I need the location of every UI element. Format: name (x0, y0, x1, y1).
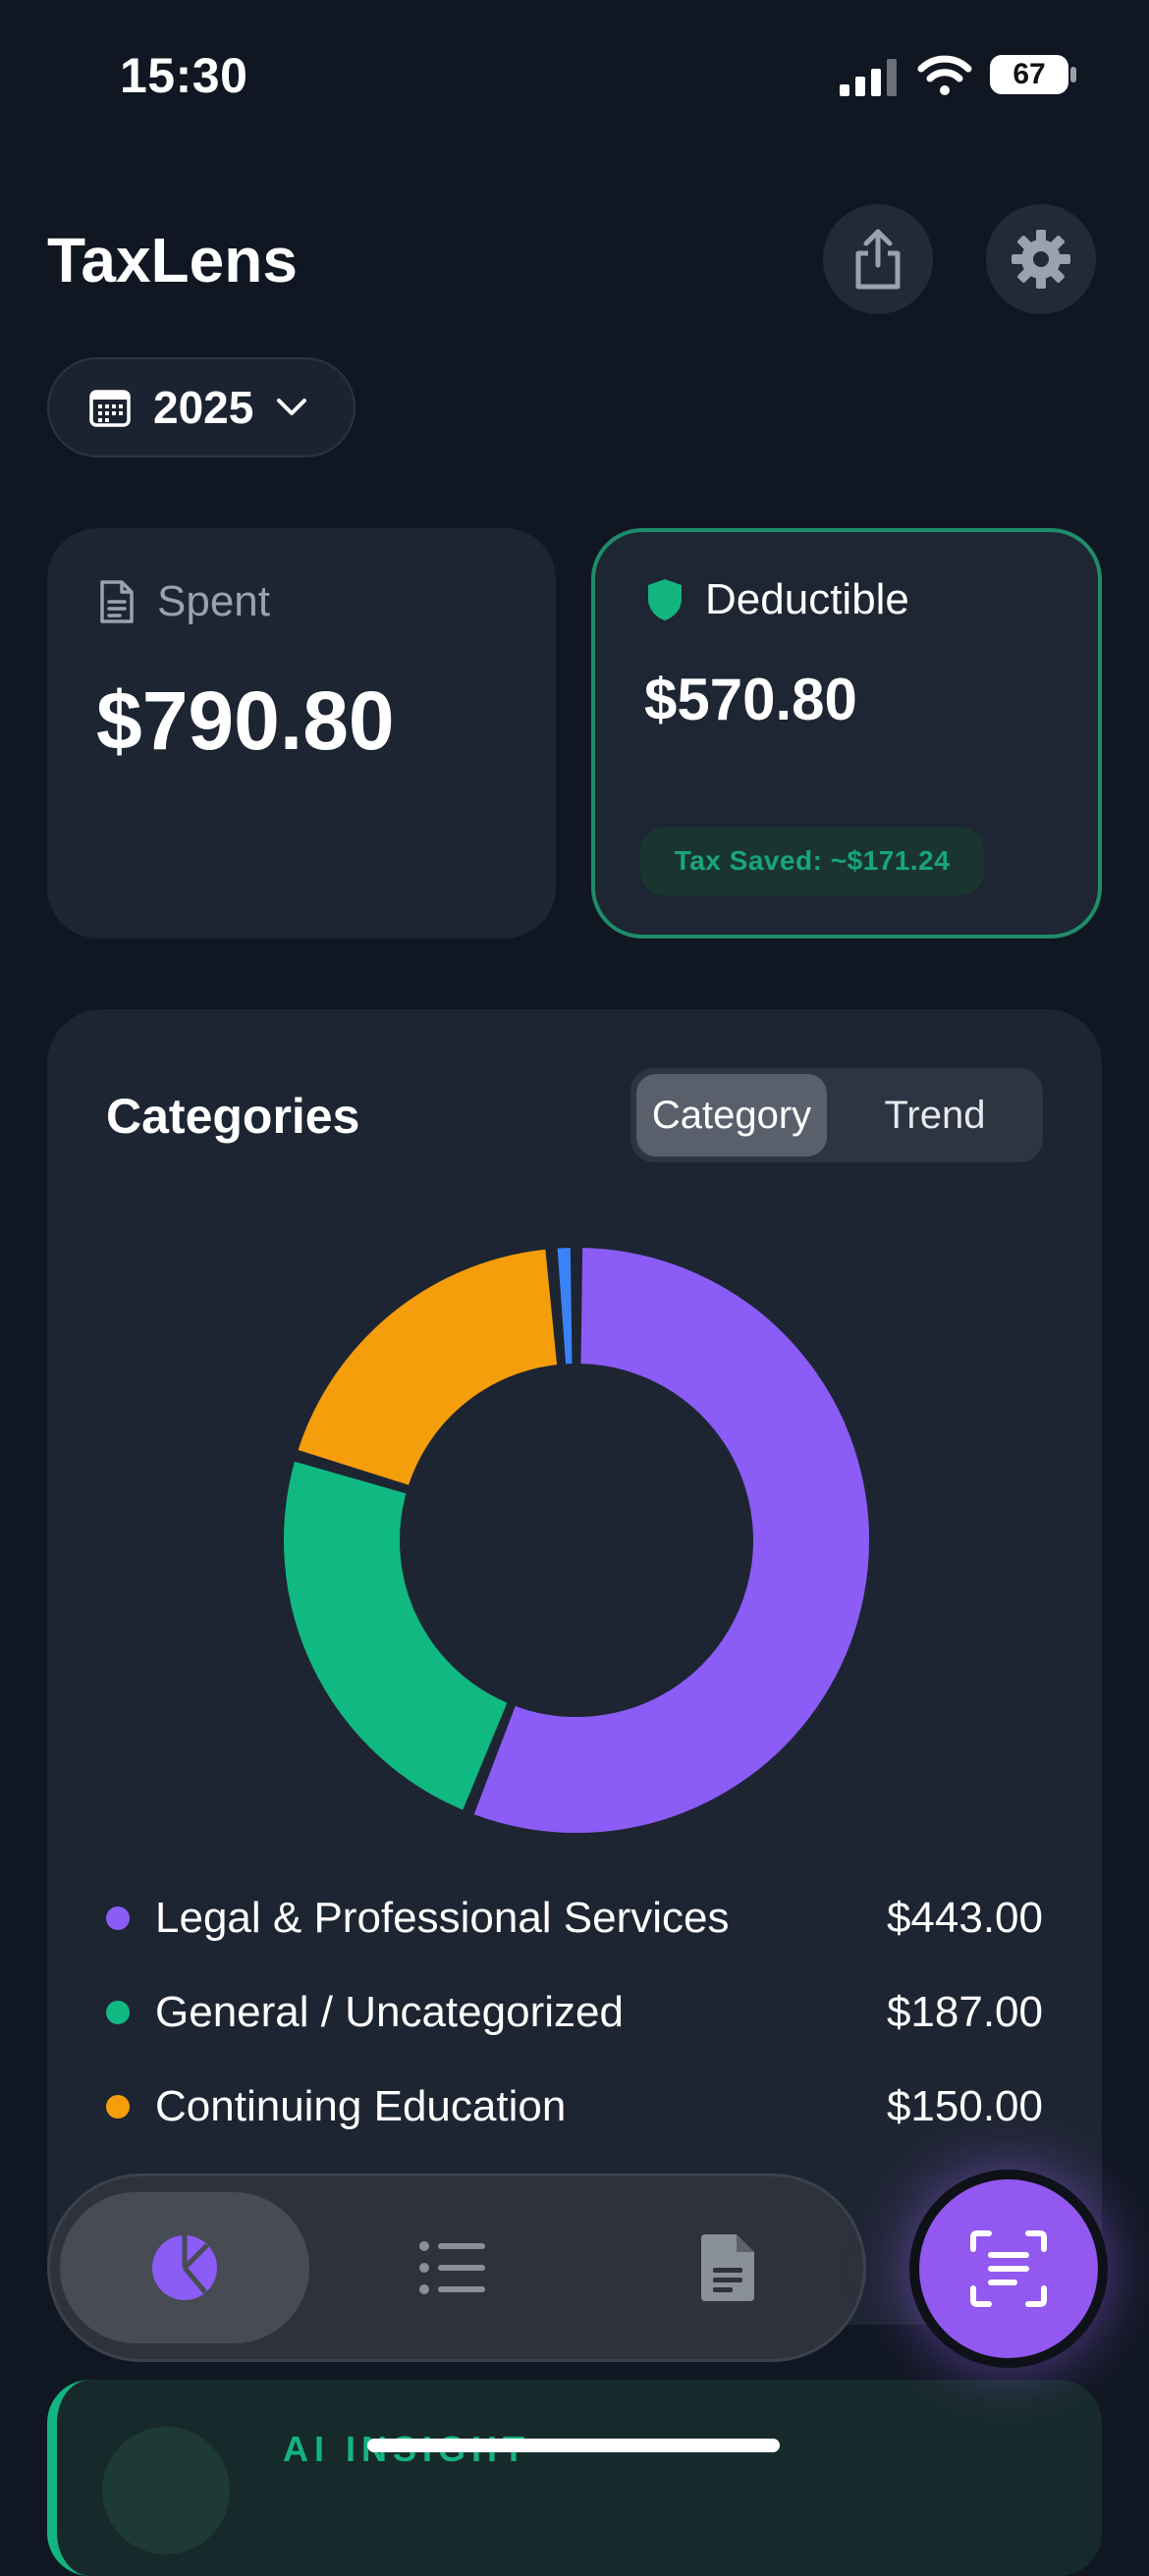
legend-name: Continuing Education (155, 2082, 567, 2130)
shield-icon (648, 579, 682, 620)
tab-overview[interactable] (60, 2192, 309, 2343)
battery-indicator: 67 (990, 55, 1068, 94)
chevron-down-icon (277, 399, 307, 415)
app-title: TaxLens (47, 225, 298, 295)
legend-item[interactable]: Legal & Professional Services $443.00 (106, 1889, 1043, 1948)
panel-title: Categories (106, 1089, 360, 1144)
categories-panel: Categories Category Trend Legal & Profes… (47, 1009, 1102, 2325)
legend-dot (106, 2001, 130, 2024)
spent-amount: $790.80 (96, 674, 395, 767)
category-donut-chart (280, 1244, 873, 1837)
scan-document-icon (970, 2230, 1047, 2307)
settings-button[interactable] (986, 204, 1096, 314)
cellular-signal-icon (840, 57, 899, 96)
tax-saved-badge: Tax Saved: ~$171.24 (640, 827, 984, 895)
toggle-category[interactable]: Category (636, 1074, 827, 1156)
year-label: 2025 (153, 382, 254, 433)
battery-tip (1070, 67, 1076, 82)
donut-slice[interactable] (280, 1457, 512, 1815)
legend-value: $150.00 (886, 2082, 1043, 2130)
legend-dot (106, 2095, 130, 2119)
pie-chart-icon (152, 2235, 217, 2300)
legend-name: General / Uncategorized (155, 1988, 624, 2036)
status-time: 15:30 (120, 48, 248, 103)
legend-dot (106, 1906, 130, 1930)
tab-documents[interactable] (620, 2192, 836, 2343)
list-icon (419, 2241, 485, 2294)
document-filled-icon (701, 2234, 754, 2301)
sparkle-icon (102, 2427, 230, 2554)
deductible-amount: $570.80 (644, 667, 857, 732)
toggle-trend[interactable]: Trend (833, 1074, 1037, 1156)
spent-label: Spent (157, 577, 270, 625)
bottom-tab-bar (47, 2174, 866, 2362)
donut-slice[interactable] (294, 1245, 562, 1490)
scan-button[interactable] (919, 2179, 1098, 2358)
spent-card: Spent $790.80 (47, 528, 556, 939)
view-toggle: Category Trend (630, 1068, 1043, 1162)
tab-list[interactable] (345, 2192, 561, 2343)
share-icon (855, 229, 901, 290)
ai-insight-card[interactable]: AI INSIGHT (47, 2380, 1102, 2576)
home-indicator (367, 2439, 780, 2452)
share-button[interactable] (823, 204, 933, 314)
legend-item[interactable]: Continuing Education $150.00 (106, 2077, 1043, 2136)
legend-item[interactable]: General / Uncategorized $187.00 (106, 1983, 1043, 2042)
document-icon (100, 580, 134, 623)
gear-icon (1012, 230, 1070, 289)
legend-value: $443.00 (886, 1894, 1043, 1942)
deductible-label: Deductible (705, 575, 909, 623)
deductible-card: Deductible $570.80 Tax Saved: ~$171.24 (591, 528, 1102, 939)
wifi-icon (917, 55, 972, 95)
year-selector[interactable]: 2025 (47, 357, 356, 457)
calendar-icon (89, 390, 131, 427)
legend-name: Legal & Professional Services (155, 1894, 730, 1942)
legend-value: $187.00 (886, 1988, 1043, 2036)
